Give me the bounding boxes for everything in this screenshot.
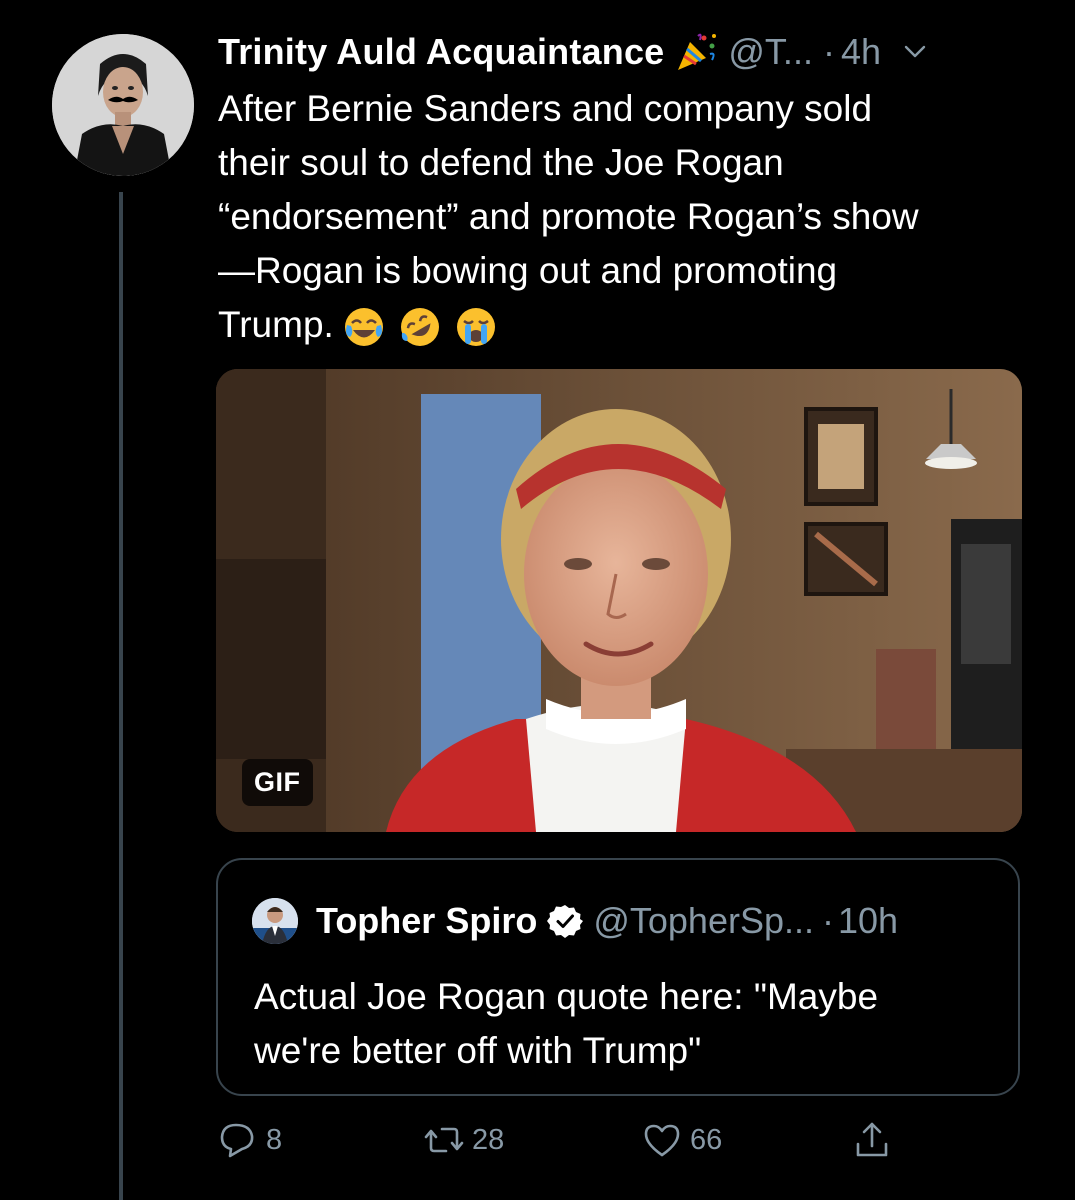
tweet-text-line: —Rogan is bowing out and promoting	[218, 250, 838, 291]
share-button[interactable]	[850, 1118, 900, 1162]
quoted-author-display-name[interactable]: Topher Spiro	[316, 900, 537, 942]
tweet-timestamp[interactable]: 4h	[841, 31, 881, 73]
retweet-button[interactable]: 28	[422, 1118, 504, 1162]
quoted-tweet[interactable]: Topher Spiro @TopherSp... · 10h Actual J…	[216, 858, 1020, 1096]
tweet-text: After Bernie Sanders and company sold th…	[218, 82, 1048, 352]
reply-icon	[216, 1118, 260, 1162]
retweet-count: 28	[472, 1123, 505, 1156]
header-separator: ·	[822, 31, 835, 72]
quoted-tweet-header: Topher Spiro @TopherSp... · 10h	[252, 898, 898, 944]
tweet-text-line-last: Trump.	[218, 298, 1048, 352]
party-popper-icon	[674, 30, 718, 74]
tweet-header: Trinity Auld Acquaintance @T... · 4h	[218, 26, 929, 78]
tweet-gif-media[interactable]: GIF	[216, 369, 1022, 832]
thread-line	[119, 192, 123, 1200]
quoted-text-line: Actual Joe Rogan quote here: "Maybe	[254, 976, 879, 1017]
quoted-header-separator: ·	[822, 900, 834, 941]
share-icon	[850, 1118, 894, 1162]
quoted-text-line: we're better off with Trump"	[254, 1030, 702, 1071]
tweet-actions: 8 28 66	[216, 1118, 916, 1174]
tweet-emojis	[342, 305, 498, 349]
tweet-text-line-content: Trump.	[218, 304, 334, 345]
tweet-page: Trinity Auld Acquaintance @T... · 4h Aft…	[0, 0, 1075, 1200]
like-count: 66	[690, 1123, 723, 1156]
gif-badge: GIF	[242, 759, 313, 806]
quoted-tweet-timestamp: 10h	[838, 900, 899, 941]
reply-button[interactable]: 8	[216, 1118, 282, 1162]
face-with-tears-of-joy-icon	[342, 305, 386, 349]
author-avatar[interactable]	[52, 34, 194, 176]
loudly-crying-face-icon	[454, 305, 498, 349]
rolling-on-floor-laughing-icon	[398, 305, 442, 349]
chevron-down-icon[interactable]	[901, 38, 929, 66]
tweet-text-line: After Bernie Sanders and company sold	[218, 88, 873, 129]
author-display-name[interactable]: Trinity Auld Acquaintance	[218, 31, 664, 73]
heart-icon	[640, 1118, 684, 1162]
author-handle[interactable]: @T...	[728, 31, 813, 73]
verified-badge-icon	[547, 903, 584, 939]
tweet-text-line: their soul to defend the Joe Rogan	[218, 142, 784, 183]
retweet-icon	[422, 1118, 466, 1162]
like-button[interactable]: 66	[640, 1118, 722, 1162]
tweet-text-line: “endorsement” and promote Rogan’s show	[218, 196, 919, 237]
quoted-author-handle[interactable]: @TopherSp...	[593, 900, 814, 942]
quoted-tweet-text: Actual Joe Rogan quote here: "Maybe we'r…	[254, 970, 994, 1078]
reply-count: 8	[266, 1123, 283, 1156]
quoted-author-avatar	[252, 898, 298, 944]
